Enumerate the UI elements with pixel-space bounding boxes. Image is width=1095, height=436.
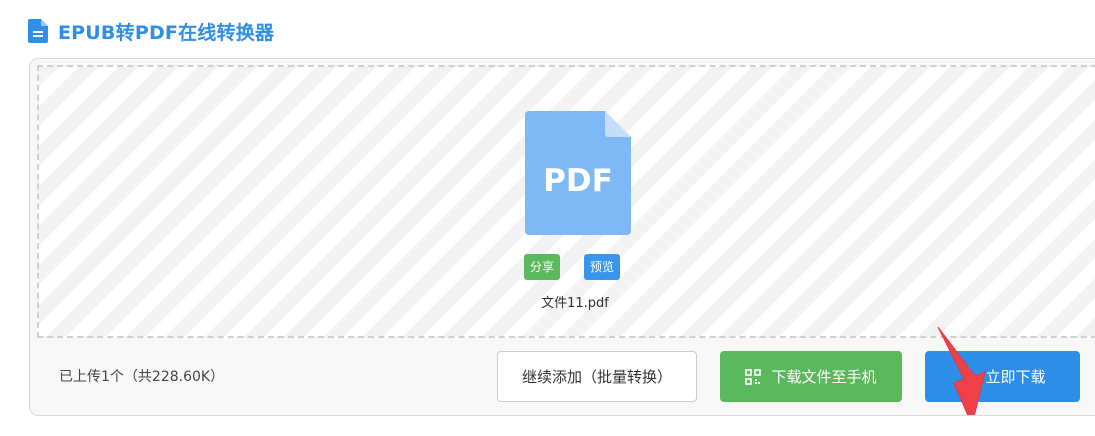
file-actions: 分享 预览 <box>517 254 627 280</box>
pdf-file-icon: PDF <box>525 111 631 235</box>
preview-button[interactable]: 预览 <box>584 254 621 280</box>
share-button[interactable]: 分享 <box>524 254 561 280</box>
download-icon <box>961 369 974 384</box>
download-to-phone-button[interactable]: 下载文件至手机 <box>720 351 902 402</box>
converter-panel: PDF 分享 预览 文件11.pdf 已上传1个（共228.60K） 继续添加（… <box>29 58 1095 416</box>
document-icon <box>28 19 48 43</box>
download-to-phone-label: 下载文件至手机 <box>771 368 877 386</box>
page-title: EPUB转PDF在线转换器 <box>58 21 275 44</box>
qr-code-icon <box>745 368 762 385</box>
pdf-file-type-label: PDF <box>543 163 613 199</box>
file-name: 文件11.pdf <box>541 296 609 311</box>
page-header: EPUB转PDF在线转换器 <box>28 18 274 44</box>
continue-add-button[interactable]: 继续添加（批量转换） <box>497 351 697 402</box>
upload-status: 已上传1个（共228.60K） <box>59 369 225 385</box>
download-now-button[interactable]: 立即下载 <box>925 351 1080 402</box>
continue-add-label: 继续添加（批量转换） <box>521 368 672 386</box>
file-drop-zone[interactable]: PDF 分享 预览 文件11.pdf <box>37 65 1095 338</box>
download-now-label: 立即下载 <box>985 368 1046 386</box>
